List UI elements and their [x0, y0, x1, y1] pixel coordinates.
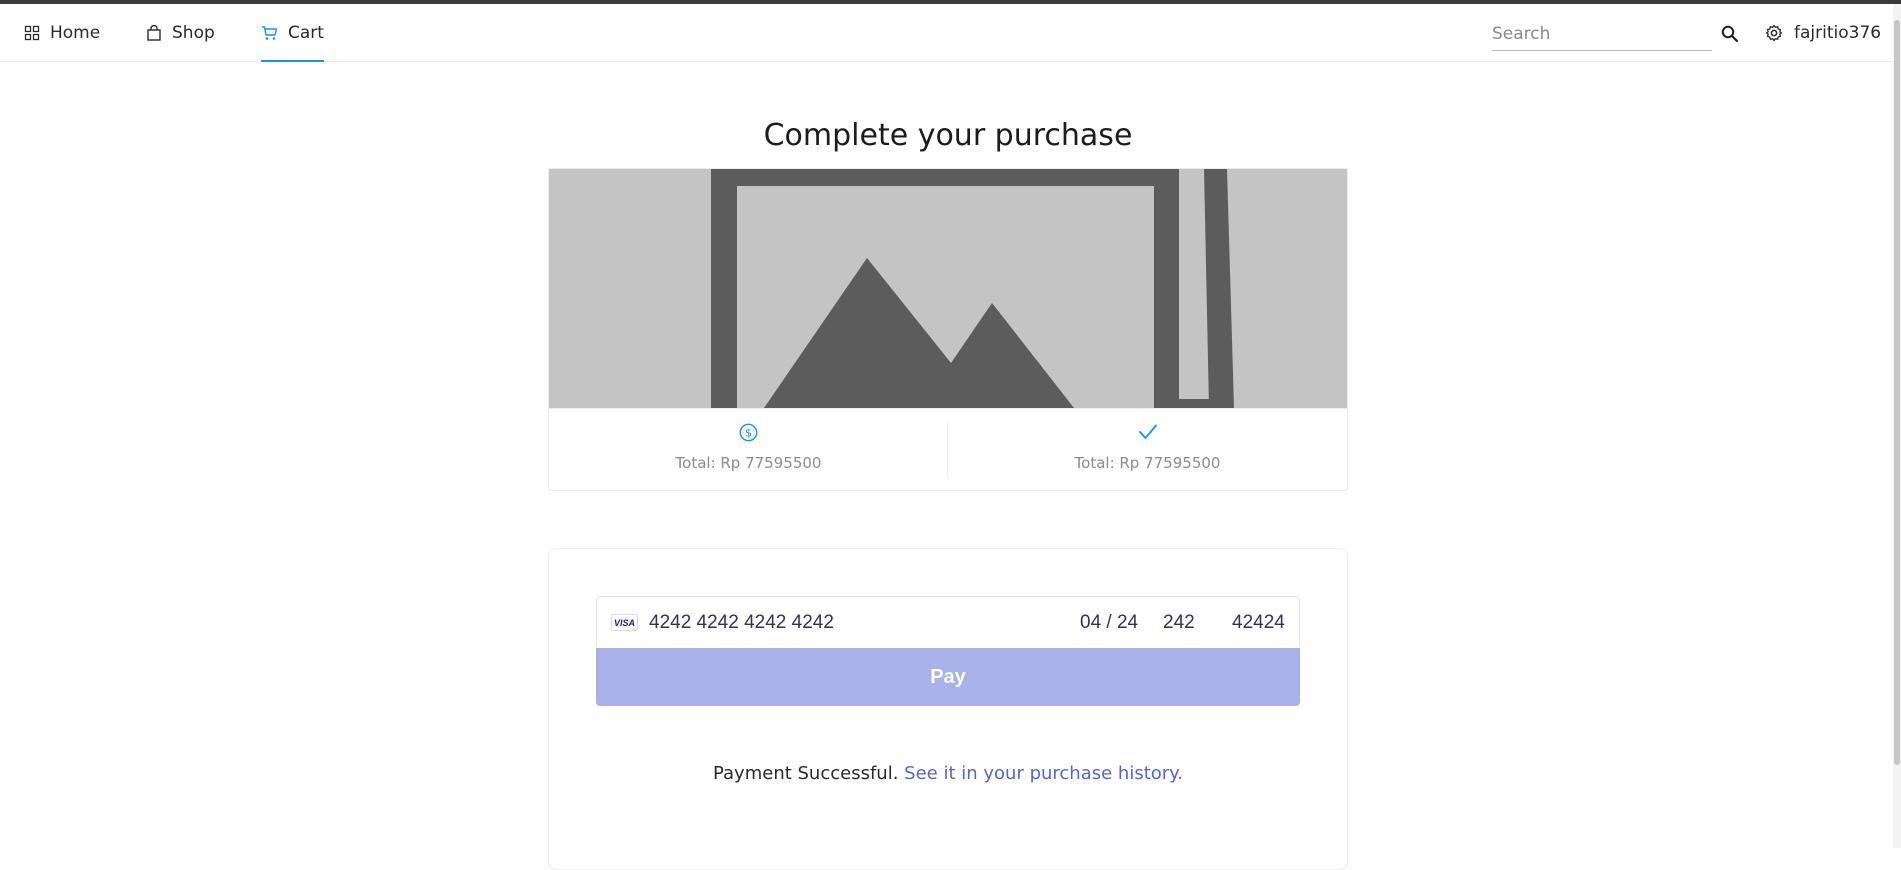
placeholder-image-icon [549, 169, 1347, 408]
card-expiry-field[interactable]: 04 / 24 [1080, 612, 1138, 634]
shopping-bag-icon [147, 24, 161, 41]
top-navbar: Home Shop Cart fajritio376 [0, 4, 1893, 62]
card-element[interactable]: VISA 4242 4242 4242 4242 04 / 24 242 424… [596, 596, 1300, 647]
total-text: Total: Rp 77595500 [1074, 454, 1221, 472]
total-action-dollar[interactable]: $ Total: Rp 77595500 [549, 409, 948, 490]
card-actions: $ Total: Rp 77595500 Total: Rp 77595500 [549, 408, 1347, 490]
page-title: Complete your purchase [763, 118, 1133, 153]
visa-card-icon: VISA [611, 614, 638, 631]
dollar-circle-icon: $ [739, 423, 758, 442]
nav-cart[interactable]: Cart [261, 4, 324, 62]
appstore-icon [24, 25, 40, 40]
user-menu[interactable]: fajritio376 [1765, 4, 1881, 61]
nav-home-label: Home [50, 22, 101, 43]
pay-button[interactable]: Pay [596, 648, 1300, 706]
total-action-check[interactable]: Total: Rp 77595500 [948, 409, 1347, 490]
scrollbar-thumb[interactable] [1894, 20, 1900, 765]
nav-shop-label: Shop [172, 22, 215, 43]
check-icon [1138, 424, 1157, 439]
search-icon[interactable] [1720, 24, 1740, 44]
card-number-field[interactable]: 4242 4242 4242 4242 [649, 612, 834, 634]
nav-home[interactable]: Home [24, 4, 100, 61]
nav-cart-label: Cart [288, 22, 324, 43]
payment-success-text: Payment Successful. [712, 763, 899, 784]
card-zip-field[interactable]: 42424 [1232, 612, 1285, 634]
payment-card: VISA 4242 4242 4242 4242 04 / 24 242 424… [548, 548, 1348, 870]
purchase-history-link[interactable]: See it in your purchase history. [904, 763, 1183, 784]
payment-status: Payment Successful. See it in your purch… [549, 763, 1347, 784]
username: fajritio376 [1794, 22, 1882, 43]
search-input[interactable] [1492, 18, 1712, 51]
gear-icon [1765, 24, 1783, 41]
svg-text:$: $ [745, 427, 752, 440]
product-image [549, 169, 1347, 408]
card-cvc-field[interactable]: 242 [1163, 612, 1195, 634]
product-card: $ Total: Rp 77595500 Total: Rp 77595500 [548, 168, 1348, 491]
nav-shop[interactable]: Shop [146, 4, 215, 61]
shopping-cart-icon [262, 25, 278, 40]
total-text: Total: Rp 77595500 [675, 454, 822, 472]
